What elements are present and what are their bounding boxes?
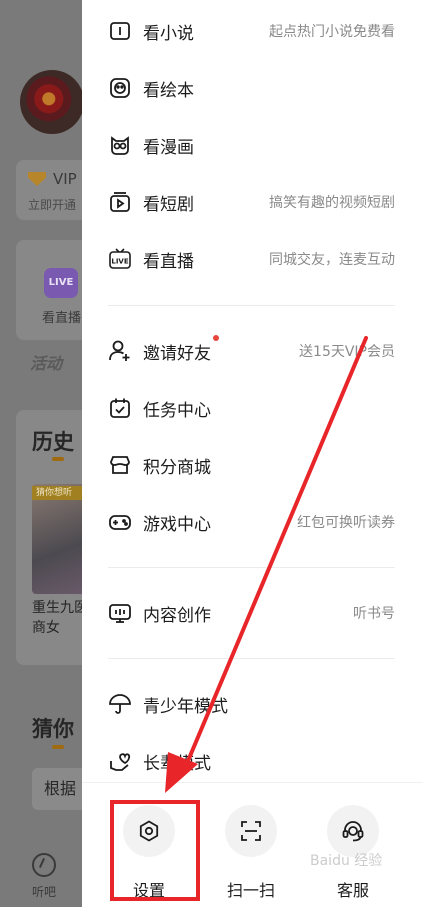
menu-label: 任务中心 — [143, 400, 211, 421]
guess-underline — [52, 745, 64, 749]
live-tv-icon: LIVE — [108, 247, 132, 271]
live-text: 看直播 — [42, 311, 82, 326]
notification-dot — [213, 334, 219, 341]
nav-label: 听吧 — [32, 885, 57, 899]
history-underline — [52, 457, 64, 461]
menu-desc: 红包可换听读券 — [297, 515, 395, 531]
scan-button[interactable]: 扫一扫 — [221, 805, 281, 901]
scan-circle — [225, 805, 277, 857]
menu-item-picture-book[interactable]: 看绘本 — [108, 68, 395, 108]
heart-hands-icon — [108, 749, 132, 773]
menu-label: 看小说 — [143, 23, 194, 44]
menu-desc: 同城交友，连麦互动 — [269, 252, 395, 268]
menu-item-live[interactable]: LIVE 看直播 同城交友，连麦互动 — [108, 239, 395, 279]
play-box-icon — [108, 190, 132, 214]
background-page: VIP 立即开通 LIVE 看直播 活动 历史 猜你想听 重生九医商女 猜你 根… — [0, 0, 82, 907]
history-title: 历史 — [32, 430, 74, 454]
divider — [108, 305, 395, 306]
basis-chip: 根据 — [32, 768, 82, 810]
divider — [108, 658, 395, 659]
menu-item-short-drama[interactable]: 看短剧 搞笑有趣的视频短剧 — [108, 182, 395, 222]
scan-label: 扫一扫 — [226, 881, 275, 900]
menu-desc: 起点热门小说免费看 — [269, 24, 395, 40]
book-tag: 猜你想听 — [32, 486, 82, 500]
calendar-check-icon — [108, 396, 132, 420]
menu-item-comics[interactable]: 看漫画 — [108, 125, 395, 165]
avatar — [20, 70, 82, 134]
vip-text: VIP — [53, 170, 77, 188]
menu-item-game-center[interactable]: 游戏中心 红包可换听读券 — [108, 502, 395, 542]
menu-desc: 送15天VIP会员 — [299, 344, 395, 360]
menu-item-invite-friends[interactable]: 邀请好友 送15天VIP会员 — [108, 331, 395, 371]
menu-item-teen-mode[interactable]: 青少年模式 — [108, 684, 395, 724]
creator-icon — [108, 601, 132, 625]
menu-label: 长辈模式 — [143, 753, 211, 774]
menu-label-text: 邀请好友 — [143, 343, 211, 364]
menu-desc: 搞笑有趣的视频短剧 — [269, 195, 395, 211]
side-drawer: 看小说 起点热门小说免费看 看绘本 看漫画 看短剧 搞笑有趣的视频短剧 LIVE… — [82, 0, 423, 907]
add-user-icon — [108, 339, 132, 363]
compass-icon — [32, 853, 56, 877]
menu-item-points-mall[interactable]: 积分商城 — [108, 445, 395, 485]
menu-label: 看直播 — [143, 251, 194, 272]
menu-item-task-center[interactable]: 任务中心 — [108, 388, 395, 428]
headset-icon — [342, 821, 364, 842]
umbrella-icon — [108, 692, 132, 716]
menu-label: 积分商城 — [143, 457, 211, 478]
menu-label: 看漫画 — [143, 137, 194, 158]
watermark: Baidu 经验 — [310, 853, 383, 869]
face-icon — [108, 76, 132, 100]
live-icon: LIVE — [44, 268, 78, 298]
menu-item-novel[interactable]: 看小说 起点热门小说免费看 — [108, 11, 395, 51]
menu-item-content-creation[interactable]: 内容创作 听书号 — [108, 593, 395, 633]
owl-icon — [108, 133, 132, 157]
svg-text:LIVE: LIVE — [111, 258, 128, 266]
annotation-highlight-box — [110, 800, 200, 901]
menu-label: 看绘本 — [143, 80, 194, 101]
book-title: 重生九医商女 — [32, 600, 82, 636]
menu-label: 内容创作 — [143, 605, 211, 626]
book-cover — [32, 484, 82, 594]
menu-item-elder-mode[interactable]: 长辈模式 — [108, 741, 395, 781]
menu-desc: 听书号 — [353, 606, 395, 622]
book-icon — [108, 19, 132, 43]
menu-label: 游戏中心 — [143, 514, 211, 535]
menu-label: 青少年模式 — [143, 696, 228, 717]
menu-label: 看短剧 — [143, 194, 194, 215]
activity-label: 活动 — [30, 354, 63, 373]
vip-subtitle: 立即开通 — [28, 198, 77, 212]
guess-title: 猜你 — [32, 717, 74, 741]
gamepad-icon — [108, 510, 132, 534]
store-icon — [108, 453, 132, 477]
service-label: 客服 — [336, 881, 369, 900]
menu-label: 邀请好友 — [143, 334, 219, 364]
divider — [108, 567, 395, 568]
scan-icon — [241, 821, 261, 841]
